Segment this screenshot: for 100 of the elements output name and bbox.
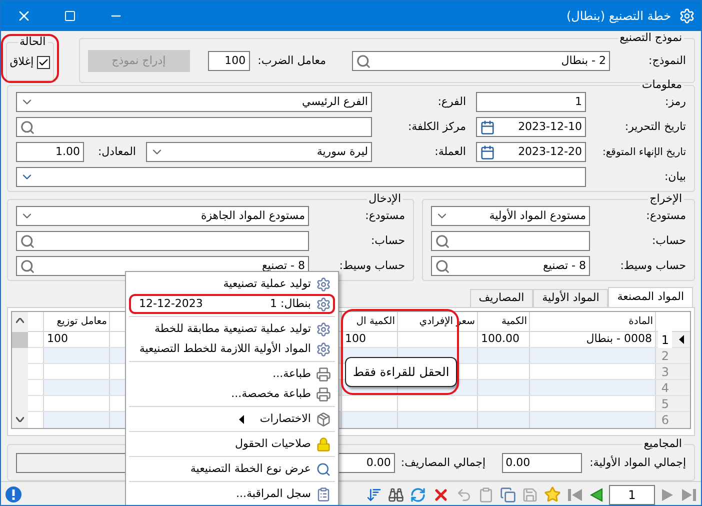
field-label: حساب وسيط: <box>619 258 686 274</box>
menu-label: صلاحيات الحقول <box>235 436 311 452</box>
tab[interactable]: المواد الأولية <box>533 289 608 307</box>
row-number: 1 <box>658 330 672 348</box>
search-icon[interactable] <box>20 234 35 248</box>
tab[interactable]: المواد المصنعة <box>608 287 693 307</box>
scroll-up-icon[interactable] <box>16 318 24 323</box>
row-number: 5 <box>660 396 670 412</box>
group-title: معلومات <box>640 79 683 91</box>
field-label: رمز: <box>664 94 686 110</box>
dropdown-field[interactable]: مستودع المواد الأولية <box>431 206 590 226</box>
printer-icon <box>316 366 331 382</box>
search-field[interactable] <box>16 117 372 137</box>
dropdown-field[interactable]: ليرة سورية <box>146 142 372 162</box>
row-number: 6 <box>660 412 670 429</box>
log-icon <box>316 486 331 502</box>
box-icon <box>316 412 331 426</box>
field-label: معامل الضرب: <box>258 52 326 69</box>
menu-label: توليد عملية تصنيعية مطابقة للخطة <box>154 320 311 337</box>
gear-icon <box>316 322 331 336</box>
field-label: إجمالي المواد الأولية: <box>590 454 686 471</box>
group-title: المجاميع <box>642 438 683 450</box>
first-icon[interactable] <box>567 486 583 502</box>
menu-item[interactable]: طباعة... <box>129 364 335 384</box>
search-field[interactable]: 2 - بنطال <box>352 51 610 71</box>
dropdown-field[interactable]: مستودع المواد الجاهزة <box>16 206 309 226</box>
dropdown-field[interactable]: الفرع الرئيسي <box>16 92 372 112</box>
search-field[interactable]: 8 - تصنيع <box>431 256 590 276</box>
search-icon[interactable] <box>435 234 450 248</box>
previous-icon[interactable] <box>589 486 603 502</box>
gear-icon <box>316 342 331 356</box>
date-field[interactable]: 2023-12-20 <box>476 142 586 162</box>
menu-item[interactable]: عرض نوع الخطة التصنيعية <box>129 459 335 479</box>
calendar-icon[interactable] <box>480 144 495 160</box>
refresh-icon[interactable] <box>410 486 426 502</box>
field-label: مستودع: <box>645 208 686 224</box>
menu-label: سجل المراقبة... <box>236 486 311 502</box>
field-label: بيان: <box>663 168 686 185</box>
search-icon[interactable] <box>356 54 371 68</box>
search-icon[interactable] <box>20 120 35 134</box>
statement-field[interactable] <box>16 167 586 187</box>
checkbox[interactable] <box>36 56 50 68</box>
menu-label: المواد الأولية اللازمة للخطط التصنيعية <box>139 340 311 357</box>
total-field[interactable]: 0.00 <box>502 453 582 473</box>
tab[interactable]: المصاريف <box>470 289 534 307</box>
menu-label: طباعة مخصصة... <box>231 386 311 402</box>
star-icon[interactable] <box>544 486 561 503</box>
multiplier-field[interactable]: 100 <box>208 51 250 71</box>
row-number: 4 <box>660 380 670 396</box>
field-label: حساب: <box>650 232 686 249</box>
next-icon[interactable] <box>661 486 675 502</box>
menu-item[interactable]: توليد عملية تصنيعية <box>129 274 335 294</box>
checkbox-label: إغلاق <box>10 54 34 70</box>
gear-icon[interactable] <box>679 8 695 24</box>
menu-label: توليد عملية تصنيعية <box>223 276 311 292</box>
menu-item[interactable]: المواد الأولية اللازمة للخطط التصنيعية <box>129 339 335 359</box>
group-title: الإخراج <box>648 193 683 205</box>
date-field[interactable]: 2023-12-10 <box>476 117 586 137</box>
menu-detail: 12-12-2023 <box>139 296 203 312</box>
group-title: الحالة <box>18 36 47 48</box>
search-field[interactable] <box>431 231 590 251</box>
column-header[interactable]: الكمية <box>477 312 529 331</box>
menu-item[interactable]: الاختصارات <box>129 409 335 429</box>
search-icon <box>316 462 331 476</box>
rate-field[interactable]: 1.00 <box>16 142 84 162</box>
menu-item[interactable]: توليد عملية تصنيعية مطابقة للخطة <box>129 319 335 339</box>
search-field[interactable] <box>16 231 309 251</box>
field-label: العملة: <box>434 144 467 160</box>
sort-icon[interactable] <box>366 486 382 502</box>
field-label: حساب وسيط: <box>338 258 405 274</box>
row-number: 3 <box>660 364 670 380</box>
code-field[interactable]: 1 <box>476 92 586 112</box>
field-label: الفرع: <box>436 94 467 110</box>
last-icon[interactable] <box>681 486 697 502</box>
field-label: إجمالي المصاريف: <box>400 454 486 471</box>
column-header[interactable]: المادة <box>529 312 655 331</box>
binoculars-icon[interactable] <box>388 486 404 502</box>
page-field[interactable]: 1 <box>609 484 655 504</box>
current-row-icon <box>678 335 684 344</box>
field-label: مستودع: <box>364 208 405 224</box>
scrollbar[interactable] <box>12 312 28 428</box>
calendar-icon[interactable] <box>480 120 495 134</box>
scroll-down-icon[interactable] <box>16 417 24 422</box>
search-icon[interactable] <box>435 258 450 274</box>
field-label: النموذج: <box>648 52 686 69</box>
field-label: حساب: <box>370 232 405 249</box>
menu-item[interactable]: سجل المراقبة... <box>129 484 335 504</box>
field-label: تاريخ الإنهاء المتوقع: <box>601 146 686 160</box>
tooltip-text: الحقل للقراءة فقط <box>352 364 450 381</box>
info-icon[interactable] <box>5 486 22 503</box>
column-header[interactable]: معامل توزيع <box>43 312 109 331</box>
menu-item[interactable]: صلاحيات الحقول <box>129 434 335 454</box>
row-number: 2 <box>660 348 670 364</box>
menu-item[interactable]: طباعة مخصصة... <box>129 384 335 404</box>
copy-icon[interactable] <box>500 486 516 502</box>
scroll-thumb[interactable] <box>12 332 28 348</box>
gear-icon <box>316 296 331 312</box>
window-title: خطة التصنيع (بنطال) <box>566 8 671 25</box>
search-icon[interactable] <box>20 258 35 274</box>
row-header[interactable]: 1 <box>655 332 690 347</box>
